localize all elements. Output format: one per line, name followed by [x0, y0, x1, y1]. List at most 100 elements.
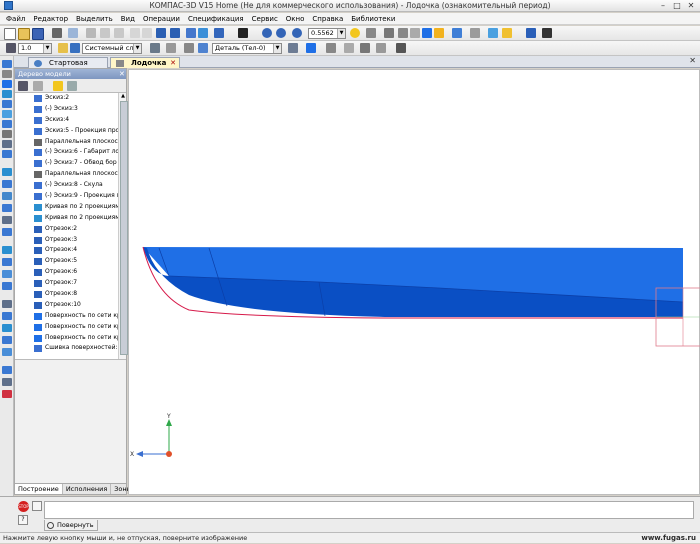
stop-icon[interactable]: STOP	[18, 501, 29, 512]
cut-extrude-icon[interactable]	[2, 90, 12, 98]
model-view[interactable]: Y X	[129, 70, 700, 496]
tree-item[interactable]: Отрезок:2	[15, 224, 118, 235]
tab-executions[interactable]: Исполнения	[63, 484, 112, 494]
shaded-icon[interactable]	[422, 28, 432, 38]
tree-item[interactable]: Кривая по 2 проекциям	[15, 202, 118, 213]
surface-tool-icon[interactable]	[2, 150, 12, 158]
trajectory-icon[interactable]	[376, 43, 386, 53]
stitch-tool-icon[interactable]	[2, 282, 12, 290]
zoom-fit-icon[interactable]	[292, 28, 302, 38]
layer-icon[interactable]	[70, 43, 80, 53]
menu-editor[interactable]: Редактор	[33, 13, 68, 25]
tab-construction[interactable]: Построение	[15, 484, 63, 494]
params-icon[interactable]	[542, 28, 552, 38]
tree-item[interactable]: Эскиз:2	[15, 93, 118, 104]
tab-lodochka[interactable]: Лодочка ✕	[110, 57, 180, 68]
menu-view[interactable]: Вид	[121, 13, 135, 25]
pan-icon[interactable]	[366, 28, 376, 38]
menu-service[interactable]: Сервис	[252, 13, 278, 25]
bend-icon[interactable]	[2, 348, 12, 356]
zoom-combo[interactable]: 0.5562 ▼	[308, 28, 346, 39]
tree-item[interactable]: (-) Эскиз:9 - Проекция г	[15, 191, 118, 202]
tree-item[interactable]: Отрезок:7	[15, 278, 118, 289]
close-tab-icon[interactable]: ✕	[170, 58, 176, 69]
tree-item[interactable]: (-) Эскиз:8 - Скула	[15, 180, 118, 191]
shell-icon[interactable]	[2, 192, 12, 200]
chamfer-icon[interactable]	[2, 180, 12, 188]
tree-item[interactable]: Параллельная плоскост	[15, 169, 118, 180]
mcc-icon[interactable]	[344, 43, 354, 53]
tree-item[interactable]: Отрезок:6	[15, 267, 118, 278]
chevron-down-icon[interactable]: ▼	[337, 29, 345, 38]
tree-pin-icon[interactable]	[53, 81, 63, 91]
rotate-icon[interactable]	[350, 28, 360, 38]
layer-combo[interactable]: Системный слой (0)▼	[82, 43, 142, 54]
rib-icon[interactable]	[2, 204, 12, 212]
material-icon[interactable]	[326, 43, 336, 53]
sketch-tool-icon[interactable]	[2, 70, 12, 78]
layer-props-icon[interactable]	[166, 43, 176, 53]
surface-grid-icon[interactable]	[2, 270, 12, 278]
edit-details-icon[interactable]	[2, 60, 12, 68]
close-doc-icon[interactable]: ✕	[689, 56, 696, 65]
zoom-in-icon[interactable]	[262, 28, 272, 38]
snap-icon[interactable]	[6, 43, 16, 53]
cut-icon[interactable]	[86, 28, 96, 38]
tree-view-icon[interactable]	[18, 81, 28, 91]
line-width-combo[interactable]: 1.0 ▼	[18, 43, 52, 54]
tree-item[interactable]: (-) Эскиз:3	[15, 104, 118, 115]
chevron-down-icon[interactable]: ▼	[133, 44, 141, 53]
tree-item[interactable]: Параллельная плоскост	[15, 137, 118, 148]
geometry-icon[interactable]	[2, 130, 12, 138]
perspective-icon[interactable]	[452, 28, 462, 38]
model-color-icon[interactable]	[306, 43, 316, 53]
sheet-metal-icon[interactable]	[2, 336, 12, 344]
layers-manager-icon[interactable]	[150, 43, 160, 53]
paste-icon[interactable]	[114, 28, 124, 38]
hidden-lines-icon[interactable]	[410, 28, 420, 38]
color-icon[interactable]	[58, 43, 68, 53]
tree-item[interactable]: Поверхность по сети кр	[15, 322, 118, 333]
diagnostics-icon[interactable]	[2, 378, 12, 386]
manager-icon[interactable]	[214, 28, 224, 38]
zoom-out-icon[interactable]	[276, 28, 286, 38]
fillet-icon[interactable]	[2, 168, 12, 176]
spline-icon[interactable]	[2, 258, 12, 266]
tree-item[interactable]: Отрезок:4	[15, 245, 118, 256]
curve-tool-icon[interactable]	[2, 246, 12, 254]
loft-icon[interactable]	[2, 120, 12, 128]
tree-filter-icon[interactable]	[67, 81, 77, 91]
plane-tool-icon[interactable]	[2, 140, 12, 148]
tree-item[interactable]: Поверхность по сети кр	[15, 311, 118, 322]
menu-window[interactable]: Окно	[286, 13, 305, 25]
close-icon[interactable]: ✕	[684, 1, 698, 10]
tree-item[interactable]: Эскиз:5 - Проекция про	[15, 126, 118, 137]
copy-icon[interactable]	[100, 28, 110, 38]
dimension-icon[interactable]	[2, 312, 12, 320]
tree-item[interactable]: (-) Эскиз:7 - Обвод бор	[15, 158, 118, 169]
orient-icon[interactable]	[288, 43, 298, 53]
print-icon[interactable]	[52, 28, 62, 38]
spec-icon[interactable]	[2, 390, 12, 398]
measure-tool-icon[interactable]	[2, 300, 12, 308]
mirror-icon[interactable]	[2, 228, 12, 236]
tab-start-page[interactable]: Стартовая страница	[28, 57, 108, 78]
tree-scrollbar[interactable]: ▲	[118, 93, 128, 359]
format-icon[interactable]	[130, 28, 140, 38]
library-icon[interactable]	[186, 28, 196, 38]
tree-item[interactable]: Отрезок:8	[15, 289, 118, 300]
tree-item[interactable]: (-) Эскиз:6 - Габарит ло	[15, 147, 118, 158]
scroll-up-icon[interactable]: ▲	[120, 93, 126, 99]
tree-item[interactable]: Сшивка поверхностей:1	[15, 343, 118, 354]
menu-select[interactable]: Выделить	[76, 13, 113, 25]
help-pointer-icon[interactable]	[238, 28, 248, 38]
new-file-icon[interactable]	[4, 28, 16, 40]
lock-icon[interactable]	[360, 43, 370, 53]
tree-toggle-icon[interactable]	[526, 28, 536, 38]
save-icon[interactable]	[32, 28, 44, 40]
menu-file[interactable]: Файл	[6, 13, 25, 25]
menu-operations[interactable]: Операции	[143, 13, 180, 25]
rotate-op-icon[interactable]	[2, 100, 12, 108]
tree-item[interactable]: Отрезок:10	[15, 300, 118, 311]
close-panel-icon[interactable]: ✕	[119, 69, 125, 79]
